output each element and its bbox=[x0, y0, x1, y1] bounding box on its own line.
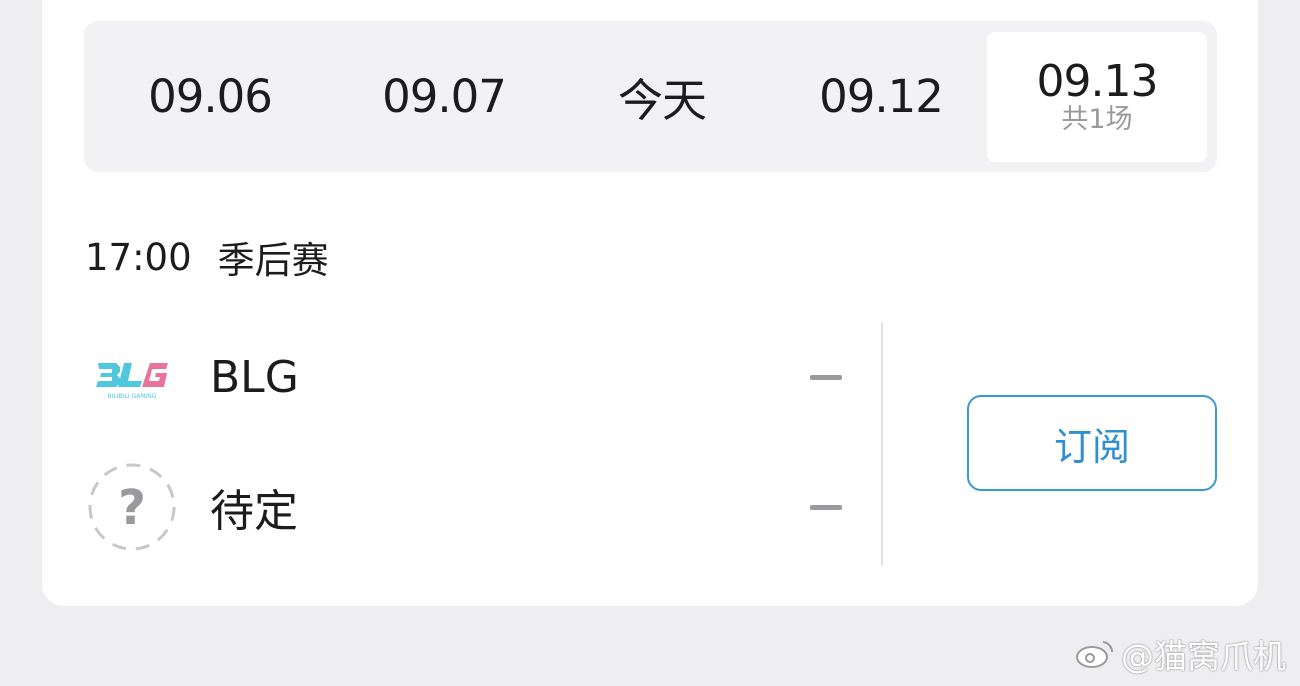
date-tab-0913[interactable]: 09.13 共1场 bbox=[987, 32, 1207, 162]
question-mark-icon: ? bbox=[86, 461, 178, 553]
watermark: @猫窝爪机 bbox=[1075, 630, 1286, 678]
match-header: 17:00 季后赛 bbox=[85, 230, 329, 284]
blg-logo-icon: BILIBILI GAMING bbox=[86, 331, 178, 423]
divider bbox=[881, 322, 883, 566]
team-row-home: BILIBILI GAMING BLG bbox=[86, 331, 842, 423]
match-card: 09.06 09.07 今天 09.12 09.13 共1场 17:00 季后赛 bbox=[42, 0, 1258, 606]
date-tab-0907[interactable]: 09.07 bbox=[344, 21, 544, 172]
subscribe-button[interactable]: 订阅 bbox=[967, 395, 1217, 491]
match-count: 共1场 bbox=[1061, 104, 1133, 135]
match-time: 17:00 bbox=[85, 235, 192, 279]
match-stage: 季后赛 bbox=[217, 239, 329, 282]
svg-text:?: ? bbox=[118, 480, 146, 536]
date-tab-0912[interactable]: 09.12 bbox=[781, 21, 981, 172]
date-tab-label: 09.13 bbox=[1036, 56, 1159, 107]
date-tab-label: 09.06 bbox=[148, 70, 273, 123]
date-tab-label: 09.12 bbox=[819, 70, 944, 123]
date-selector: 09.06 09.07 今天 09.12 09.13 共1场 bbox=[84, 21, 1217, 172]
svg-text:BILIBILI GAMING: BILIBILI GAMING bbox=[108, 393, 157, 400]
team-name: 待定 bbox=[210, 486, 298, 537]
team-name: BLG bbox=[210, 351, 299, 403]
team-score bbox=[810, 374, 842, 380]
date-tab-label: 今天 bbox=[617, 74, 707, 127]
date-tab-0906[interactable]: 09.06 bbox=[110, 21, 310, 172]
weibo-icon bbox=[1076, 641, 1114, 668]
team-row-away: ? 待定 bbox=[86, 461, 842, 553]
date-tab-label: 09.07 bbox=[382, 70, 507, 123]
date-tab-today[interactable]: 今天 bbox=[562, 21, 762, 172]
team-score bbox=[810, 504, 842, 510]
watermark-text: @猫窝爪机 bbox=[1121, 637, 1286, 676]
